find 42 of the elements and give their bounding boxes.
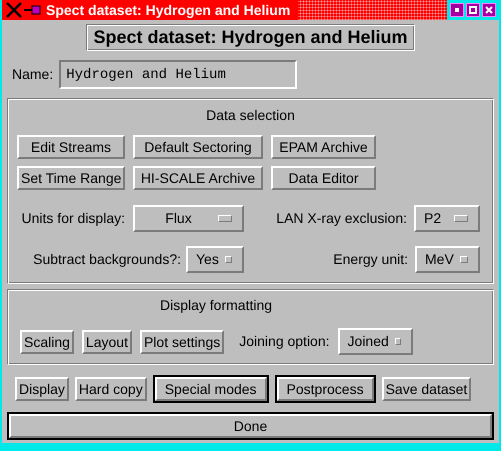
menu-indicator-icon	[224, 256, 232, 263]
menu-indicator-icon	[394, 338, 401, 345]
option-menu[interactable]: Joined	[338, 328, 413, 355]
push-button[interactable]: EPAM Archive	[271, 135, 376, 159]
push-button[interactable]: Plot settings	[140, 330, 224, 354]
menu-indicator-icon	[460, 256, 468, 263]
push-button[interactable]: Special modes	[154, 377, 267, 401]
push-button[interactable]: HI-SCALE Archive	[133, 166, 263, 190]
close-x-icon[interactable]	[5, 2, 23, 18]
push-button[interactable]: Edit Streams	[17, 135, 125, 159]
push-button[interactable]: Scaling	[20, 330, 74, 354]
option-label: Energy unit:	[333, 250, 408, 269]
push-button[interactable]: Postprocess	[276, 377, 374, 401]
close-button[interactable]	[482, 3, 496, 17]
close-icon	[485, 6, 493, 14]
push-button[interactable]: Save dataset	[382, 377, 472, 401]
push-button[interactable]: Default Sectoring	[133, 135, 263, 159]
push-button[interactable]: Data Editor	[271, 166, 376, 190]
push-button[interactable]: Display	[15, 377, 69, 401]
name-field[interactable]: Hydrogen and Helium	[59, 60, 298, 89]
option-label: Subtract backgrounds?:	[33, 250, 181, 269]
option-label: Units for display:	[22, 209, 125, 228]
push-button[interactable]: Layout	[82, 330, 132, 354]
push-button[interactable]: Hard copy	[74, 377, 147, 401]
section-title: Display formatting	[160, 296, 272, 315]
name-label: Name:	[12, 65, 54, 84]
menu-indicator-icon	[454, 215, 468, 222]
menu-indicator-icon	[218, 215, 232, 222]
done-button[interactable]: Done	[9, 414, 492, 438]
window-title: Spect dataset: Hydrogen and Helium	[46, 0, 290, 20]
dialog-heading: Spect dataset: Hydrogen and Helium	[86, 24, 415, 51]
option-label: LAN X-ray exclusion:	[276, 209, 407, 228]
option-menu[interactable]: Flux	[133, 205, 244, 232]
option-menu[interactable]: MeV	[415, 246, 480, 273]
push-button[interactable]: Set Time Range	[17, 166, 125, 190]
option-menu[interactable]: Yes	[186, 246, 244, 273]
option-label: Joining option:	[239, 332, 330, 351]
pin-icon[interactable]	[24, 5, 42, 15]
maximize-button[interactable]	[466, 3, 480, 17]
option-menu[interactable]: P2	[414, 205, 480, 232]
minimize-button[interactable]	[450, 3, 464, 17]
section-title: Data selection	[206, 106, 295, 125]
